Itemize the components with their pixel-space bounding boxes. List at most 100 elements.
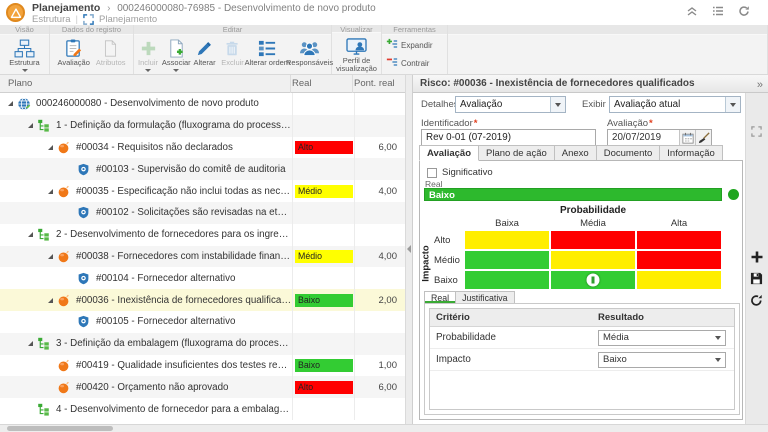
breadcrumb-module[interactable]: Planejamento <box>32 2 100 14</box>
toolbar-button-expandir[interactable]: Expandir <box>386 38 433 53</box>
toolbar-button-estrutura[interactable]: Estrutura <box>7 37 41 73</box>
breadcrumb-record: 000246000080-76985 - Desenvolvimento de … <box>117 3 376 14</box>
toolbar-button-alterar-ordem[interactable]: Alterar ordem <box>248 37 288 68</box>
tree-row-plano-cell: #00419 - Qualidade insuficientes dos tes… <box>0 355 292 377</box>
toolbar-button-alterar[interactable]: Alterar <box>192 37 218 68</box>
tree-row[interactable]: #00420 - Orçamento não aprovadoAlto6,00 <box>0 376 405 398</box>
tree-row-real-cell <box>292 311 354 333</box>
column-header-plano[interactable]: Plano <box>8 78 32 89</box>
expand-collapse-icon[interactable] <box>48 298 53 303</box>
toolbar-button-contrair[interactable]: Contrair <box>386 56 429 71</box>
save-icon[interactable] <box>750 272 763 288</box>
refresh-page-icon[interactable] <box>738 5 750 17</box>
matrix-cell[interactable] <box>551 271 635 289</box>
expand-collapse-icon[interactable] <box>28 123 33 128</box>
column-header-pont-real[interactable]: Pont. real <box>354 78 395 89</box>
matrix-row-header: Médio <box>434 255 464 266</box>
matrix-cell[interactable] <box>465 271 549 289</box>
tree-row[interactable]: #00036 - Inexistência de fornecedores qu… <box>0 289 405 311</box>
tree-row-score-cell <box>354 202 405 224</box>
resultado-select-probabilidade[interactable]: Média <box>598 330 726 346</box>
tree-row-real-cell <box>292 115 354 137</box>
matrix-cell[interactable] <box>637 271 721 289</box>
tab-anexo[interactable]: Anexo <box>555 145 597 161</box>
tree-row-plano-cell: #00420 - Orçamento não aprovado <box>0 376 292 398</box>
panel-collapse-icon[interactable]: » <box>757 77 763 93</box>
tab-informa-o[interactable]: Informação <box>660 145 723 161</box>
expand-collapse-icon[interactable] <box>48 189 53 194</box>
avaliacao-date-value[interactable]: 20/07/2019 <box>608 130 679 145</box>
expand-collapse-icon[interactable] <box>28 341 33 346</box>
chevron-down-icon <box>173 69 179 72</box>
collapse-all-icon[interactable] <box>686 5 698 17</box>
exibir-select[interactable]: Avaliação atual <box>609 96 741 113</box>
tree-row-real-cell <box>292 267 354 289</box>
subnav-planejamento[interactable]: Planejamento <box>99 14 157 25</box>
matrix-cell[interactable] <box>465 251 549 269</box>
tree-row[interactable]: #00419 - Qualidade insuficientes dos tes… <box>0 355 405 377</box>
expand-collapse-icon[interactable] <box>8 101 13 106</box>
matrix-col-header: Alta <box>636 218 722 229</box>
tree-row[interactable]: 2 - Desenvolvimento de fornecedores para… <box>0 224 405 246</box>
refresh-icon[interactable] <box>750 294 763 310</box>
risk-tabs: AvaliaçãoPlano de açãoAnexoDocumentoInfo… <box>419 145 723 161</box>
tree-row-score-cell <box>354 158 405 180</box>
tree-row[interactable]: #00038 - Fornecedores com instabilidade … <box>0 246 405 268</box>
required-icon: * <box>474 118 478 129</box>
tree-row[interactable]: 3 - Definição da embalagem (fluxograma d… <box>0 333 405 355</box>
avaliacao-date-field[interactable]: 20/07/2019 <box>607 129 712 146</box>
risk-icon <box>57 249 72 263</box>
matrix-cell[interactable] <box>637 251 721 269</box>
resultado-select-impacto[interactable]: Baixo <box>598 352 726 368</box>
add-evaluation-icon[interactable] <box>750 250 764 267</box>
clear-brush-icon[interactable] <box>695 130 711 145</box>
horizontal-scrollbar[interactable] <box>7 426 113 431</box>
planning-icon <box>83 14 94 25</box>
tree-row[interactable]: 4 - Desenvolvimento de fornecedor para a… <box>0 398 405 420</box>
tree-row-real-cell <box>292 93 354 115</box>
chevron-down-icon <box>145 69 151 72</box>
matrix-cell[interactable] <box>637 231 721 249</box>
expand-collapse-icon[interactable] <box>48 254 53 259</box>
matrix-cell[interactable] <box>551 251 635 269</box>
expand-collapse-icon[interactable] <box>28 232 33 237</box>
tree-row[interactable]: #00035 - Especificação não inclui todas … <box>0 180 405 202</box>
identificador-input[interactable]: Rev 0-01 (07-2019) <box>421 129 596 146</box>
detalhes-label: Detalhes <box>421 99 459 110</box>
tree-row[interactable]: 1 - Definição da formulação (fluxograma … <box>0 115 405 137</box>
subnav-estrutura[interactable]: Estrutura <box>32 14 71 25</box>
matrix-impact-label: Impacto <box>419 233 433 293</box>
tab-plano-de-a-o[interactable]: Plano de ação <box>479 145 555 161</box>
matrix-cell[interactable] <box>465 231 549 249</box>
tree-row[interactable]: #00103 - Supervisão do comitê de auditor… <box>0 158 405 180</box>
expand-collapse-icon[interactable] <box>48 145 53 150</box>
list-view-icon[interactable] <box>712 5 724 17</box>
tree-row[interactable]: #00105 - Fornecedor alternativo <box>0 311 405 333</box>
maximize-icon[interactable] <box>751 126 762 140</box>
chevron-down-icon <box>715 336 721 340</box>
tree-row[interactable]: 000246000080 - Desenvolvimento de novo p… <box>0 93 405 115</box>
detalhes-select[interactable]: Avaliação <box>455 96 566 113</box>
toolbar-button-respons-veis[interactable]: Responsáveis <box>289 37 330 68</box>
tree-row-plano-cell: #00105 - Fornecedor alternativo <box>0 311 292 333</box>
toolbar-button-excluir: Excluir <box>220 37 246 68</box>
tree-item-label: #00105 - Fornecedor alternativo <box>96 316 235 327</box>
matrix-cell[interactable] <box>551 231 635 249</box>
toolbar-button-avalia-o[interactable]: Avaliação <box>56 37 92 68</box>
matrix-row: Alto <box>434 230 722 250</box>
tree-row-score-cell: 4,00 <box>354 246 405 268</box>
tree-row[interactable]: #00034 - Requisitos não declaradosAlto6,… <box>0 137 405 159</box>
criteria-col-header: Critério <box>430 309 592 326</box>
tab-avalia-o[interactable]: Avaliação <box>419 145 479 161</box>
toolbar-button-associar[interactable]: Associar <box>163 37 190 73</box>
tree-row[interactable]: #00104 - Fornecedor alternativo <box>0 267 405 289</box>
column-header-real[interactable]: Real <box>292 78 312 89</box>
splitter-collapse-icon[interactable] <box>407 245 411 253</box>
calendar-icon[interactable] <box>679 130 695 145</box>
significativo-checkbox[interactable] <box>427 168 437 178</box>
tab-documento[interactable]: Documento <box>597 145 661 161</box>
tree-row[interactable]: #00102 - Solicitações são revisadas na e… <box>0 202 405 224</box>
tree-order-icon <box>258 38 277 58</box>
toolbar-button-perfil-de-visualiza-o[interactable]: Perfil de visualização <box>333 35 380 74</box>
panel-splitter[interactable] <box>405 75 413 424</box>
